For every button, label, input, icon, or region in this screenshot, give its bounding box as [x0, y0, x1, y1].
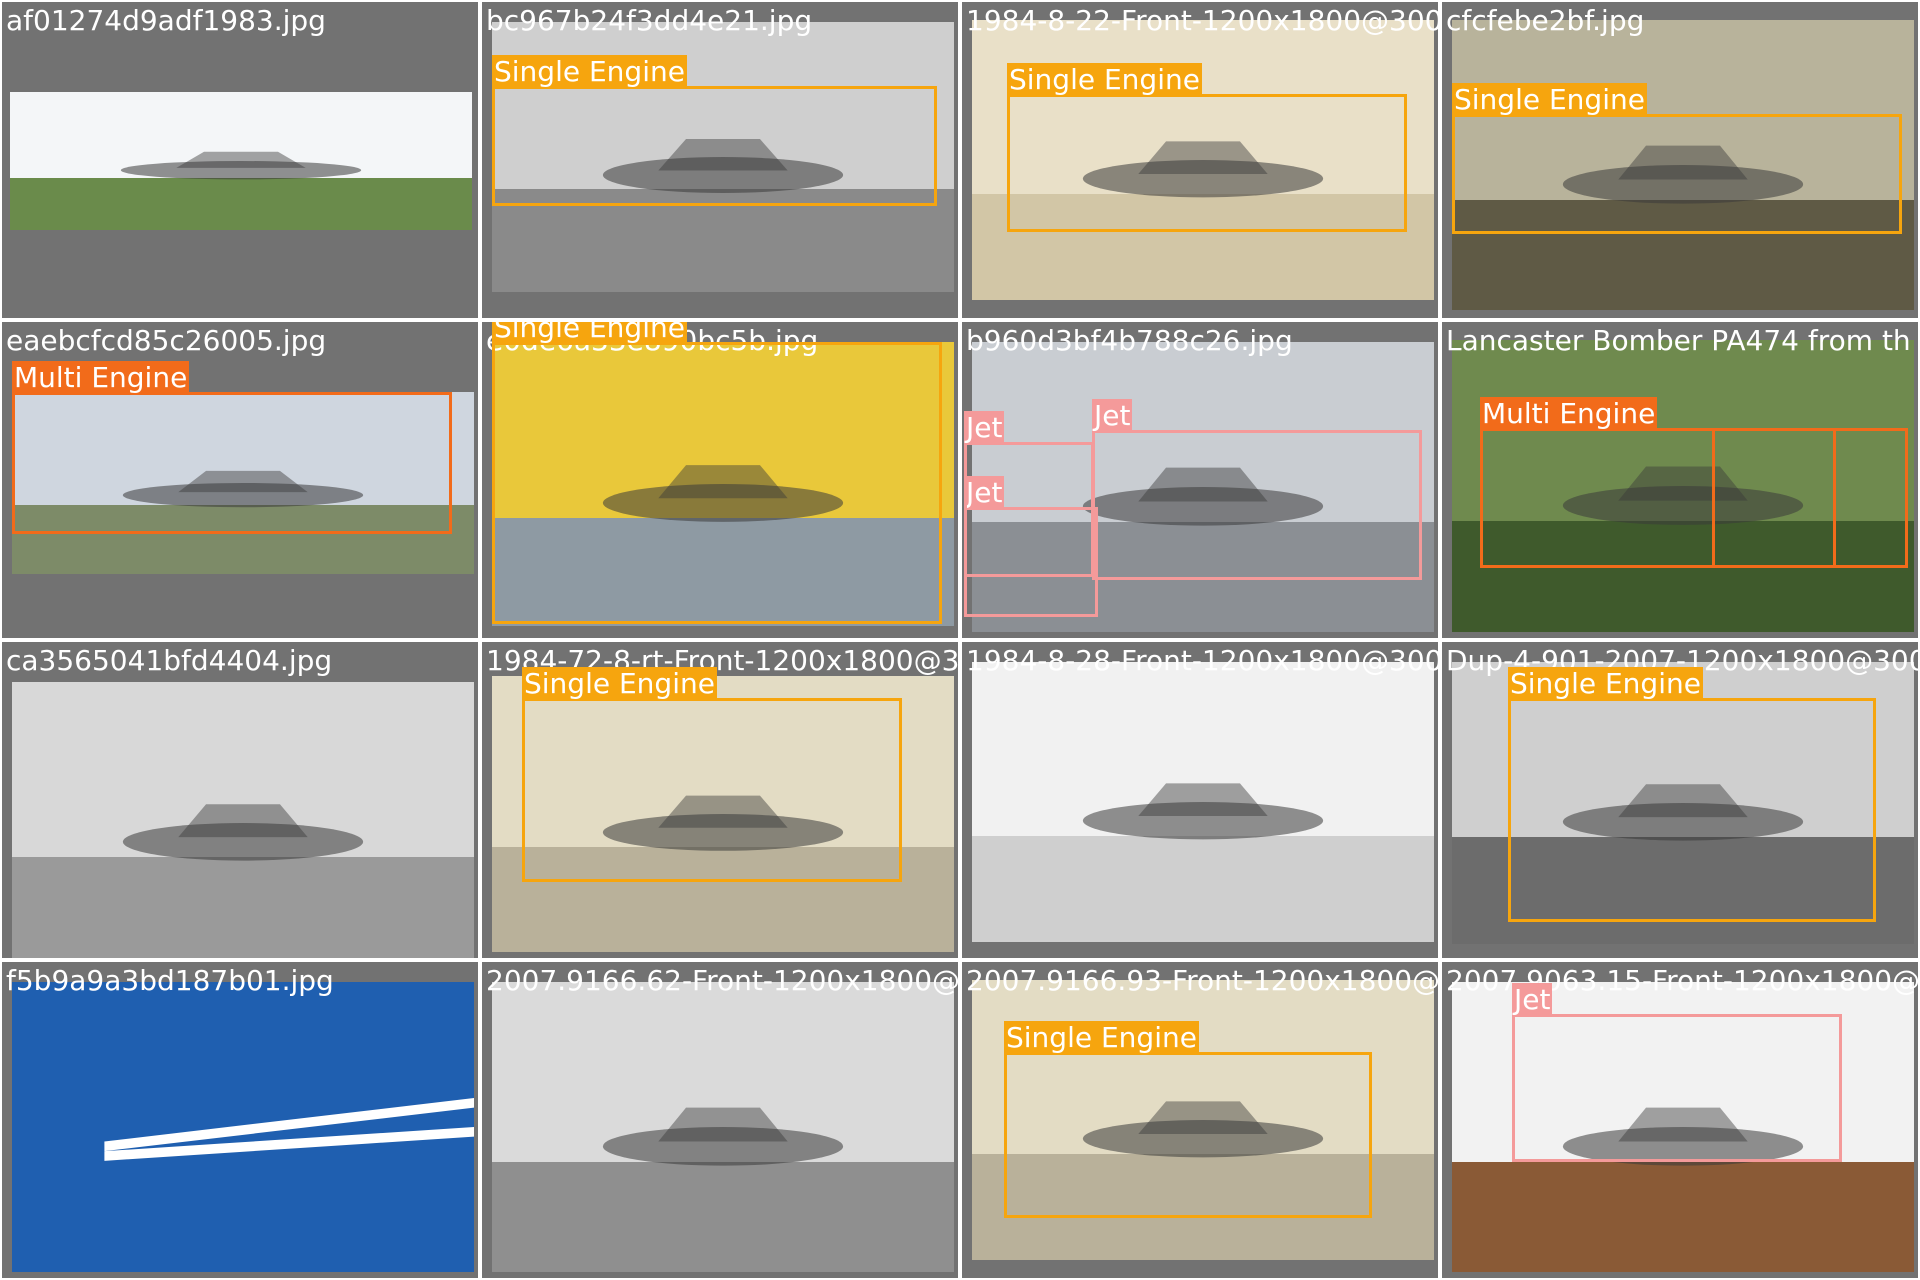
- detection-box: Single Engine: [492, 55, 937, 206]
- image-filename: eaebcfcd85c26005.jpg: [6, 324, 327, 357]
- result-tile: 2007.9166.62-Front-1200x1800@300ppi.jpg: [480, 960, 960, 1280]
- result-tile: 1984-72-8-rt-Front-1200x1800@300ppi.jpgS…: [480, 640, 960, 960]
- detection-label: Multi Engine: [12, 361, 190, 395]
- detection-label: Single Engine: [1508, 667, 1703, 701]
- detection-box: Single Engine: [1452, 83, 1902, 234]
- result-tile: bc967b24f3dd4e21.jpg Single Engine: [480, 0, 960, 320]
- image-filename: Lancaster Bomber PA474 from th: [1446, 324, 1911, 357]
- detection-box: Single Engine: [1508, 667, 1876, 922]
- result-tile: 1984-8-22-Front-1200x1800@300ppi.jpg Sing…: [960, 0, 1440, 320]
- image-filename: 2007.9166.93-Front-1200x1800@300ppi.jpg: [966, 964, 1440, 997]
- detection-label: Jet: [1512, 983, 1553, 1017]
- detection-results-grid: af01274d9adf1983.jpg bc967b24f3dd4e21.jpg…: [0, 0, 1920, 1280]
- result-tile: 2007.9063.15-Front-1200x1800@ Jet: [1440, 960, 1920, 1280]
- aircraft-photo: [10, 92, 472, 230]
- detection-box: Single Engine: [1004, 1021, 1372, 1218]
- result-tile: 1984-8-28-Front-1200x1800@300ppi.jpg: [960, 640, 1440, 960]
- aircraft-silhouette-icon: [120, 151, 362, 180]
- detection-label: Single Engine: [492, 322, 687, 345]
- aircraft-silhouette-icon: [104, 1098, 474, 1161]
- detection-label: Single Engine: [1452, 83, 1647, 117]
- image-filename: b960d3bf4b788c26.jpg: [966, 324, 1293, 357]
- result-tile: ca3565041bfd4404.jpg: [0, 640, 480, 960]
- detection-box: Jet: [1512, 983, 1842, 1162]
- result-tile: Lancaster Bomber PA474 from th Multi Engi…: [1440, 320, 1920, 640]
- detection-label: Jet: [964, 411, 1005, 445]
- image-filename: 1984-8-28-Front-1200x1800@300ppi.jpg: [966, 644, 1440, 677]
- image-filename: ca3565041bfd4404.jpg: [6, 644, 333, 677]
- aircraft-photo: [972, 662, 1434, 942]
- result-tile: cfcfebe2bf.jpg Single Engine: [1440, 0, 1920, 320]
- result-tile: e0de6a33e890bc5b.jpgSingle Engine: [480, 320, 960, 640]
- detection-box: [1712, 428, 1908, 568]
- result-tile: b960d3bf4b788c26.jpg Jet Jet Jet: [960, 320, 1440, 640]
- detection-box: Multi Engine: [12, 361, 452, 534]
- result-tile: eaebcfcd85c26005.jpg Multi Engine: [0, 320, 480, 640]
- result-tile: af01274d9adf1983.jpg: [0, 0, 480, 320]
- result-tile: Dup-4-901-2007-1200x1800@300 Single Engin…: [1440, 640, 1920, 960]
- result-tile: 2007.9166.93-Front-1200x1800@300ppi.jpg S…: [960, 960, 1440, 1280]
- detection-box: Single Engine: [492, 322, 942, 624]
- aircraft-photo: [12, 982, 474, 1272]
- image-filename: f5b9a9a3bd187b01.jpg: [6, 964, 334, 997]
- detection-label: Single Engine: [492, 55, 687, 89]
- detection-box: Jet: [1092, 399, 1422, 580]
- aircraft-silhouette-icon: [122, 804, 364, 861]
- image-filename: 2007.9166.62-Front-1200x1800@300ppi.jpg: [486, 964, 960, 997]
- image-filename: af01274d9adf1983.jpg: [6, 4, 326, 37]
- detection-label: Single Engine: [1007, 63, 1202, 97]
- aircraft-photo: [492, 982, 954, 1272]
- aircraft-photo: [12, 682, 474, 958]
- image-filename: cfcfebe2bf.jpg: [1446, 4, 1645, 37]
- image-filename: 1984-8-22-Front-1200x1800@300ppi.jpg: [966, 4, 1440, 37]
- detection-label: Jet: [1092, 399, 1133, 433]
- detection-box: Single Engine: [522, 667, 902, 882]
- detection-box: Single Engine: [1007, 63, 1407, 232]
- result-tile: f5b9a9a3bd187b01.jpg: [0, 960, 480, 1280]
- image-filename: bc967b24f3dd4e21.jpg: [486, 4, 813, 37]
- detection-label: Single Engine: [1004, 1021, 1199, 1055]
- detection-label: Multi Engine: [1480, 397, 1658, 431]
- aircraft-silhouette-icon: [1082, 783, 1324, 840]
- detection-label: Single Engine: [522, 667, 717, 701]
- detection-box: Jet: [964, 411, 1094, 577]
- aircraft-silhouette-icon: [602, 1107, 844, 1166]
